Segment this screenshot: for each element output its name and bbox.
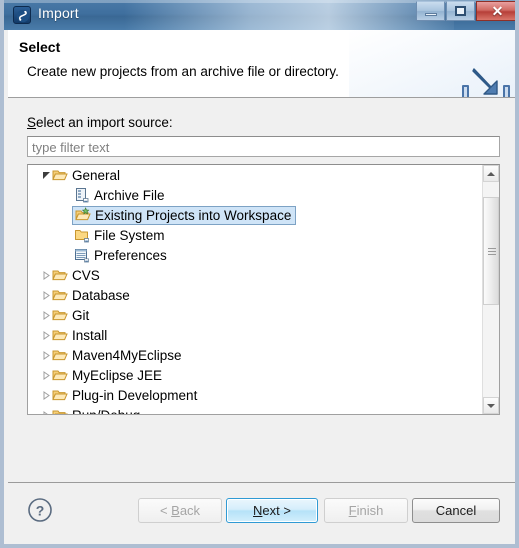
filter-input[interactable]: [27, 136, 500, 157]
expand-arrow-expanded-icon[interactable]: [40, 165, 52, 185]
finish-button-label: Finish: [348, 503, 384, 518]
expand-arrow-collapsed-icon[interactable]: [40, 305, 52, 325]
open-folder-icon: [52, 287, 68, 303]
tree-item-existing-projects-into-workspace[interactable]: Existing Projects into Workspace: [28, 205, 482, 225]
tree-item-general[interactable]: General: [28, 165, 482, 185]
open-folder-icon: [52, 327, 68, 343]
next-button[interactable]: Next >: [226, 498, 318, 523]
open-folder-icon: [52, 167, 68, 183]
window-title: Import: [38, 5, 79, 21]
tree-item-plug-in-development[interactable]: Plug-in Development: [28, 385, 482, 405]
page-title: Select: [19, 39, 61, 55]
tree-selection-highlight: Existing Projects into Workspace: [72, 205, 297, 225]
help-button[interactable]: ?: [27, 497, 53, 523]
title-bar[interactable]: Import ✕: [4, 0, 515, 30]
import-source-tree[interactable]: General Archive File Existing Projects i…: [27, 164, 500, 415]
svg-text:?: ?: [36, 503, 45, 519]
open-folder-icon: [52, 347, 68, 363]
maximize-button[interactable]: [446, 1, 475, 21]
scroll-up-button[interactable]: [483, 165, 499, 182]
import-source-label: Select an import source:: [27, 115, 173, 130]
titlebar-sheen: [124, 0, 454, 30]
import-dialog-window: Import ✕ Select Create new projects from…: [0, 0, 519, 548]
open-folder-icon: [52, 407, 68, 414]
tree-item-label: Existing Projects into Workspace: [95, 207, 292, 223]
expand-arrow-collapsed-icon[interactable]: [40, 365, 52, 385]
scrollbar-thumb[interactable]: [483, 197, 499, 305]
tree-item-maven4myeclipse[interactable]: Maven4MyEclipse: [28, 345, 482, 365]
tree-item-label: Install: [72, 327, 108, 343]
tree-item-archive-file[interactable]: Archive File: [28, 185, 482, 205]
dialog-body: Select an import source: General: [8, 98, 515, 483]
tree-item-label: Git: [72, 307, 90, 323]
expand-arrow-collapsed-icon[interactable]: [40, 345, 52, 365]
tree-item-preferences[interactable]: Preferences: [28, 245, 482, 265]
back-button[interactable]: < Back: [138, 498, 222, 523]
cancel-button-label: Cancel: [435, 503, 477, 518]
eclipse-import-icon: [13, 6, 31, 24]
wizard-header: Select Create new projects from an archi…: [8, 30, 515, 98]
tree-item-label: Maven4MyEclipse: [72, 347, 182, 363]
minimize-icon: [424, 13, 437, 16]
tree-item-label: Run/Debug: [72, 408, 140, 415]
open-folder-icon: [52, 387, 68, 403]
tree-item-install[interactable]: Install: [28, 325, 482, 345]
tree-item-myeclipse-jee[interactable]: MyEclipse JEE: [28, 365, 482, 385]
tree-item-label: Database: [72, 287, 130, 303]
open-folder-icon: [52, 267, 68, 283]
close-button[interactable]: ✕: [476, 1, 515, 21]
scrollbar-grip-icon: [488, 248, 496, 255]
help-question-icon: ?: [28, 498, 52, 522]
expand-arrow-collapsed-icon[interactable]: [40, 265, 52, 285]
tree-item-label: CVS: [72, 267, 100, 283]
tree-item-label: MyEclipse JEE: [72, 367, 163, 383]
tree-item-label: General: [72, 167, 121, 183]
tree-item-label: Plug-in Development: [72, 387, 198, 403]
open-folder-icon: [52, 367, 68, 383]
tree-item-file-system[interactable]: File System: [28, 225, 482, 245]
tree-vertical-scrollbar[interactable]: [482, 165, 499, 414]
expand-arrow-collapsed-icon[interactable]: [40, 325, 52, 345]
tree-item-database[interactable]: Database: [28, 285, 482, 305]
preferences-icon: [74, 247, 90, 263]
back-button-label: < Back: [159, 503, 201, 518]
expand-arrow-collapsed-icon[interactable]: [40, 285, 52, 305]
tree-item-run-debug[interactable]: Run/Debug: [28, 405, 482, 414]
tree-item-label: Preferences: [94, 247, 167, 263]
finish-button[interactable]: Finish: [324, 498, 408, 523]
tree-item-cvs[interactable]: CVS: [28, 265, 482, 285]
close-icon: ✕: [491, 3, 504, 19]
scroll-down-button[interactable]: [483, 397, 499, 414]
next-button-label: Next >: [253, 503, 291, 518]
archive-file-icon: [74, 187, 90, 203]
tree-item-label: File System: [94, 227, 165, 243]
import-wizard-icon: [460, 66, 512, 97]
page-description: Create new projects from an archive file…: [27, 64, 339, 79]
open-folder-icon: [52, 307, 68, 323]
chevron-up-icon: [487, 171, 495, 176]
dialog-footer: ? < Back Next > Finish Cancel: [8, 484, 515, 544]
expand-arrow-collapsed-icon[interactable]: [40, 385, 52, 405]
expand-arrow-collapsed-icon[interactable]: [40, 405, 52, 414]
tree-item-label: Archive File: [94, 187, 165, 203]
cancel-button[interactable]: Cancel: [412, 498, 500, 523]
maximize-icon: [455, 6, 466, 16]
tree-scrollport: General Archive File Existing Projects i…: [28, 165, 482, 414]
tree-item-git[interactable]: Git: [28, 305, 482, 325]
minimize-button[interactable]: [416, 1, 445, 21]
closed-folder-icon: [74, 227, 90, 243]
import-projects-icon: [75, 207, 91, 223]
import-source-label-accel: S: [27, 115, 37, 130]
import-source-label-rest: elect an import source:: [36, 115, 173, 130]
chevron-down-icon: [487, 403, 495, 408]
